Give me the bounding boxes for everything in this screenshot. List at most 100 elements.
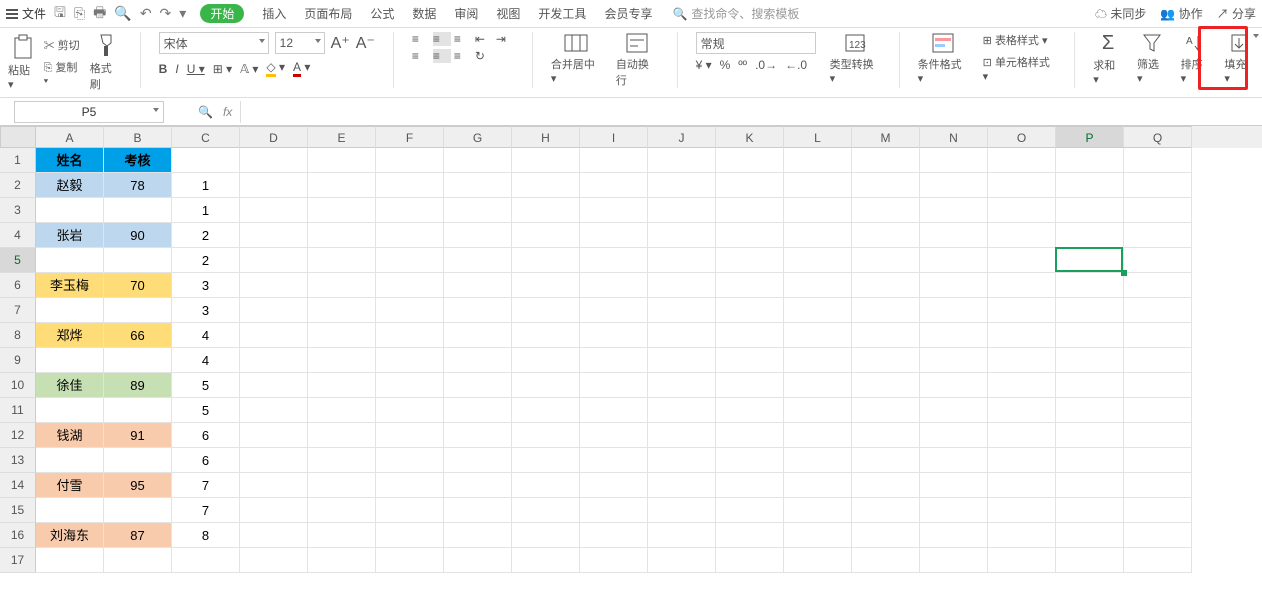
cell-N13[interactable]: [920, 448, 988, 473]
cell-K11[interactable]: [716, 398, 784, 423]
cell-L9[interactable]: [784, 348, 852, 373]
format-painter[interactable]: 格式刷: [90, 32, 122, 92]
cell-I9[interactable]: [580, 348, 648, 373]
cell-O17[interactable]: [988, 548, 1056, 573]
cell-E3[interactable]: [308, 198, 376, 223]
cell-Q15[interactable]: [1124, 498, 1192, 523]
cell-G9[interactable]: [444, 348, 512, 373]
cell-N10[interactable]: [920, 373, 988, 398]
cell-D17[interactable]: [240, 548, 308, 573]
cell-E13[interactable]: [308, 448, 376, 473]
cell-H3[interactable]: [512, 198, 580, 223]
cell-J11[interactable]: [648, 398, 716, 423]
cell-N11[interactable]: [920, 398, 988, 423]
cell-J5[interactable]: [648, 248, 716, 273]
cell-J8[interactable]: [648, 323, 716, 348]
cell-O4[interactable]: [988, 223, 1056, 248]
row-header[interactable]: 3: [0, 198, 36, 223]
cell-P4[interactable]: [1056, 223, 1124, 248]
col-header-J[interactable]: J: [648, 126, 716, 148]
align-left[interactable]: ≡: [412, 49, 430, 63]
auto-wrap[interactable]: 自动换行: [616, 32, 659, 88]
col-header-O[interactable]: O: [988, 126, 1056, 148]
cell-A3[interactable]: [36, 198, 104, 223]
cell-Q7[interactable]: [1124, 298, 1192, 323]
command-search[interactable]: 🔍 查找命令、搜索模板: [672, 5, 799, 22]
cell-F6[interactable]: [376, 273, 444, 298]
orient[interactable]: ↻: [475, 49, 493, 63]
bold-button[interactable]: B: [159, 62, 168, 76]
cell-A14[interactable]: 付雪: [36, 473, 104, 498]
col-header-B[interactable]: B: [104, 126, 172, 148]
paste-button[interactable]: 粘贴 ▾: [8, 34, 38, 91]
zoom-icon[interactable]: 🔍: [198, 105, 213, 119]
border-button[interactable]: ⊞ ▾: [213, 62, 232, 76]
align-right[interactable]: ≡: [454, 49, 472, 63]
cell-E14[interactable]: [308, 473, 376, 498]
cell-J17[interactable]: [648, 548, 716, 573]
cell-D1[interactable]: [240, 148, 308, 173]
indent-inc[interactable]: ⇥: [496, 32, 514, 46]
cell-L3[interactable]: [784, 198, 852, 223]
filter-button[interactable]: 筛选 ▾: [1137, 32, 1167, 85]
row-header[interactable]: 4: [0, 223, 36, 248]
cell-M6[interactable]: [852, 273, 920, 298]
cell-Q11[interactable]: [1124, 398, 1192, 423]
cell-L12[interactable]: [784, 423, 852, 448]
cell-Q16[interactable]: [1124, 523, 1192, 548]
col-header-L[interactable]: L: [784, 126, 852, 148]
sort-button[interactable]: A 排序 ▾: [1181, 32, 1211, 85]
cell-H7[interactable]: [512, 298, 580, 323]
cell-C3[interactable]: 1: [172, 198, 240, 223]
cell-C4[interactable]: 2: [172, 223, 240, 248]
cell-L15[interactable]: [784, 498, 852, 523]
cell-O2[interactable]: [988, 173, 1056, 198]
dec-dec-button[interactable]: ←.0: [785, 58, 807, 72]
formula-input[interactable]: [240, 101, 1262, 123]
cell-I12[interactable]: [580, 423, 648, 448]
cell-K5[interactable]: [716, 248, 784, 273]
cell-M15[interactable]: [852, 498, 920, 523]
cell-I5[interactable]: [580, 248, 648, 273]
merge-center[interactable]: 合并居中 ▾: [551, 32, 602, 85]
font-name-select[interactable]: 宋体: [159, 32, 269, 54]
row-header[interactable]: 13: [0, 448, 36, 473]
cell-H17[interactable]: [512, 548, 580, 573]
cell-D12[interactable]: [240, 423, 308, 448]
cell-M7[interactable]: [852, 298, 920, 323]
row-header[interactable]: 15: [0, 498, 36, 523]
cell-N4[interactable]: [920, 223, 988, 248]
cell-E7[interactable]: [308, 298, 376, 323]
cell-L17[interactable]: [784, 548, 852, 573]
cell-B2[interactable]: 78: [104, 173, 172, 198]
underline-button[interactable]: U ▾: [187, 62, 205, 76]
cell-G8[interactable]: [444, 323, 512, 348]
cell-Q3[interactable]: [1124, 198, 1192, 223]
cell-I3[interactable]: [580, 198, 648, 223]
col-header-D[interactable]: D: [240, 126, 308, 148]
cell-H8[interactable]: [512, 323, 580, 348]
undo-icon[interactable]: ↶: [140, 5, 152, 22]
col-header-K[interactable]: K: [716, 126, 784, 148]
cell-D8[interactable]: [240, 323, 308, 348]
cell-J13[interactable]: [648, 448, 716, 473]
share-button[interactable]: ↗ 分享: [1217, 5, 1256, 22]
cell-A8[interactable]: 郑烨: [36, 323, 104, 348]
fx-label[interactable]: fx: [223, 105, 232, 119]
cell-N6[interactable]: [920, 273, 988, 298]
row-header[interactable]: 9: [0, 348, 36, 373]
cell-O16[interactable]: [988, 523, 1056, 548]
font-grow-button[interactable]: A⁺: [331, 33, 350, 53]
cell-I6[interactable]: [580, 273, 648, 298]
cell-Q17[interactable]: [1124, 548, 1192, 573]
cell-J3[interactable]: [648, 198, 716, 223]
cell-C13[interactable]: 6: [172, 448, 240, 473]
cell-N8[interactable]: [920, 323, 988, 348]
cell-N1[interactable]: [920, 148, 988, 173]
cell-M12[interactable]: [852, 423, 920, 448]
tab-data[interactable]: 数据: [412, 5, 436, 22]
cell-Q9[interactable]: [1124, 348, 1192, 373]
cell-I1[interactable]: [580, 148, 648, 173]
fill-color-button[interactable]: ◇ ▾: [266, 60, 285, 77]
cell-M10[interactable]: [852, 373, 920, 398]
